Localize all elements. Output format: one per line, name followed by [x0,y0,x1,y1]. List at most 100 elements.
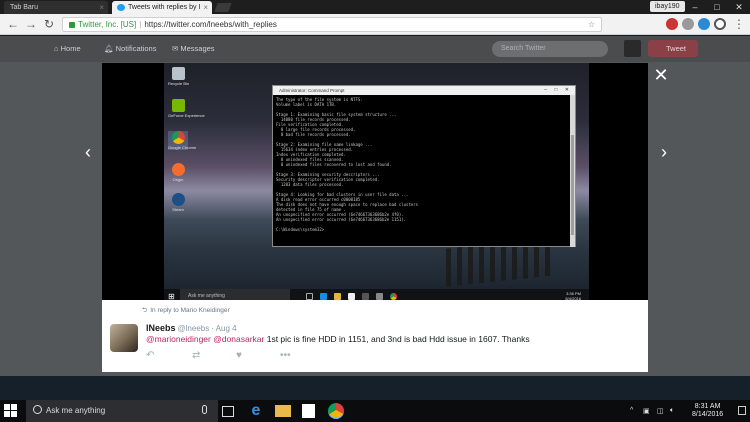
desktop-icon-geforce: GeForce Experience [168,99,205,118]
twitter-search-input[interactable]: Search Twitter [492,41,608,57]
tweet-mentions[interactable]: @marioneidinger @donasarkar [146,334,264,344]
site-identity[interactable]: Twitter, Inc. [US] [78,20,136,29]
geforce-icon [171,99,185,112]
url-text[interactable]: https://twitter.com/lneebs/with_replies [144,20,277,29]
desktop-icon-label: Origin [172,177,184,182]
cmd-output: The type of the file system is NTFS. Volu… [273,95,575,234]
extension-gray-icon[interactable] [682,18,694,30]
desktop-icon-origin: Origin [168,163,188,182]
menu-icon[interactable]: ⋮ [732,17,746,31]
inner-explorer-icon [334,293,341,300]
browser-toolbar: ← → ↻ Twitter, Inc. [US] | https://twitter… [0,14,750,35]
nav-notifications-label: Notifications [115,44,157,53]
nav-messages-label: Messages [180,44,215,53]
cortana-search-box[interactable]: Ask me anything [26,400,218,422]
clock-time: 8:31 AM [694,403,721,410]
forward-arrow-icon[interactable]: → [24,17,38,31]
volume-icon[interactable]: 🔈︎ [670,407,674,415]
windows-taskbar: Ask me anything e ^ ▣ ◫ 🔈︎ 8:31 AM 8/14/… [0,400,750,422]
twitter-top-nav: ⌂ Home 🔔︎ Notifications ✉ Messages Searc… [0,36,750,62]
file-explorer-icon[interactable] [275,405,291,417]
address-bar[interactable]: Twitter, Inc. [US] | https://twitter.com/l… [62,17,602,32]
browser-tab-strip: Tab Baru × Tweets with replies by I × ib… [0,0,750,14]
inner-store-icon [348,293,355,300]
chrome-icon [171,131,185,144]
tweet-compose-button[interactable]: Tweet [648,40,698,57]
reply-context[interactable]: ⮌ In reply to Mario Kneidinger [142,306,230,317]
cmd-line: C:\Windows\system32> [276,227,325,232]
tab-twitter[interactable]: Tweets with replies by I × [112,1,212,14]
reply-to-text: In reply to Mario Kneidinger [150,307,230,314]
tab-label: Tab Baru [10,4,39,11]
inner-edge-icon [320,293,327,300]
maximize-button[interactable]: □ [706,0,728,14]
close-tab-icon[interactable]: × [203,1,208,14]
microphone-icon[interactable] [202,405,207,414]
inner-task-view-icon [306,293,313,300]
extension-speed-icon[interactable] [714,18,726,30]
steam-icon [171,193,185,206]
url-separator: | [139,20,142,29]
desktop-icon-chrome: Google Chrome [168,131,196,150]
cmd-title-bar: Administrator: Command Prompt – □ ✕ [273,86,575,95]
inner-cmd-icon [376,293,383,300]
clock-date: 8/14/2016 [692,411,724,418]
new-tab-button[interactable] [214,3,232,12]
cmd-scrollbar [570,95,575,247]
nav-home[interactable]: ⌂ Home [54,44,81,53]
task-view-icon[interactable] [222,406,234,417]
nav-notifications[interactable]: 🔔︎ Notifications [104,44,156,53]
back-arrow-icon[interactable]: ← [6,17,20,31]
reply-small-icon: ⮌ [142,307,148,314]
nav-messages[interactable]: ✉ Messages [172,44,215,53]
system-clock[interactable]: 8:31 AM 8/14/2016 [692,403,723,419]
nav-home-label: Home [60,44,81,53]
command-prompt-window: Administrator: Command Prompt – □ ✕ The … [272,85,576,247]
chrome-icon[interactable] [328,403,344,419]
tweet-author-name[interactable]: lNeebs [146,323,176,333]
inner-app-icon [362,293,369,300]
extension-adblock-icon[interactable] [666,18,678,30]
tweet-date[interactable]: · Aug 4 [211,324,236,333]
reply-icon[interactable]: ↶ [146,350,154,361]
inner-chrome-icon [390,293,397,300]
action-center-icon[interactable] [738,406,746,415]
heart-icon[interactable]: ♥ [236,350,242,361]
edge-icon[interactable]: e [248,403,264,419]
close-icon[interactable]: ✕ [651,65,671,85]
retweet-icon[interactable]: ⇄ [192,350,200,361]
chevron-left-icon[interactable]: ‹ [78,142,98,162]
tweet-card: ⮌ In reply to Mario Kneidinger lNeebs @lne… [102,300,648,372]
lock-icon [69,21,75,28]
minimize-button[interactable]: – [684,0,706,14]
star-icon[interactable]: ☆ [588,18,595,31]
desktop-icon-label: GeForce Experience [168,113,205,118]
close-tab-icon[interactable]: × [99,1,104,14]
chevron-right-icon[interactable]: › [654,142,674,162]
tweet-header: lNeebs @lneebs · Aug 4 [146,323,237,333]
tray-icon[interactable]: ▣ [643,407,650,415]
recycle-bin-icon [171,67,185,80]
desktop-icon-steam: Steam [168,193,188,212]
tab-new-tab[interactable]: Tab Baru × [4,1,108,14]
search-icon [33,405,42,414]
more-icon[interactable]: ••• [280,350,291,361]
tweet-avatar[interactable] [110,324,138,352]
store-icon[interactable] [302,404,315,418]
tweet-actions: ↶ ⇄ ♥ ••• [146,350,406,362]
desktop-icon-recycle-bin: Recycle Bin [168,67,189,86]
profile-badge[interactable]: ibay190 [650,1,685,12]
refresh-icon[interactable]: ↻ [42,17,56,31]
windows-start-icon[interactable] [4,404,18,418]
tray-chevron-icon[interactable]: ^ [630,407,633,414]
extension-blue-icon[interactable] [698,18,710,30]
tweet-author-handle[interactable]: @lneebs [178,324,210,333]
twitter-bird-icon [117,4,125,11]
origin-icon [171,163,185,176]
user-avatar[interactable] [624,40,641,57]
tab-label: Tweets with replies by I [128,4,201,11]
search-placeholder: Ask me anything [46,406,106,415]
window-close-button[interactable]: ✕ [728,0,750,14]
network-icon[interactable]: ◫ [657,407,664,415]
tweet-body: 1st pic is fine HDD in 1151, and 3nd is … [264,334,530,344]
